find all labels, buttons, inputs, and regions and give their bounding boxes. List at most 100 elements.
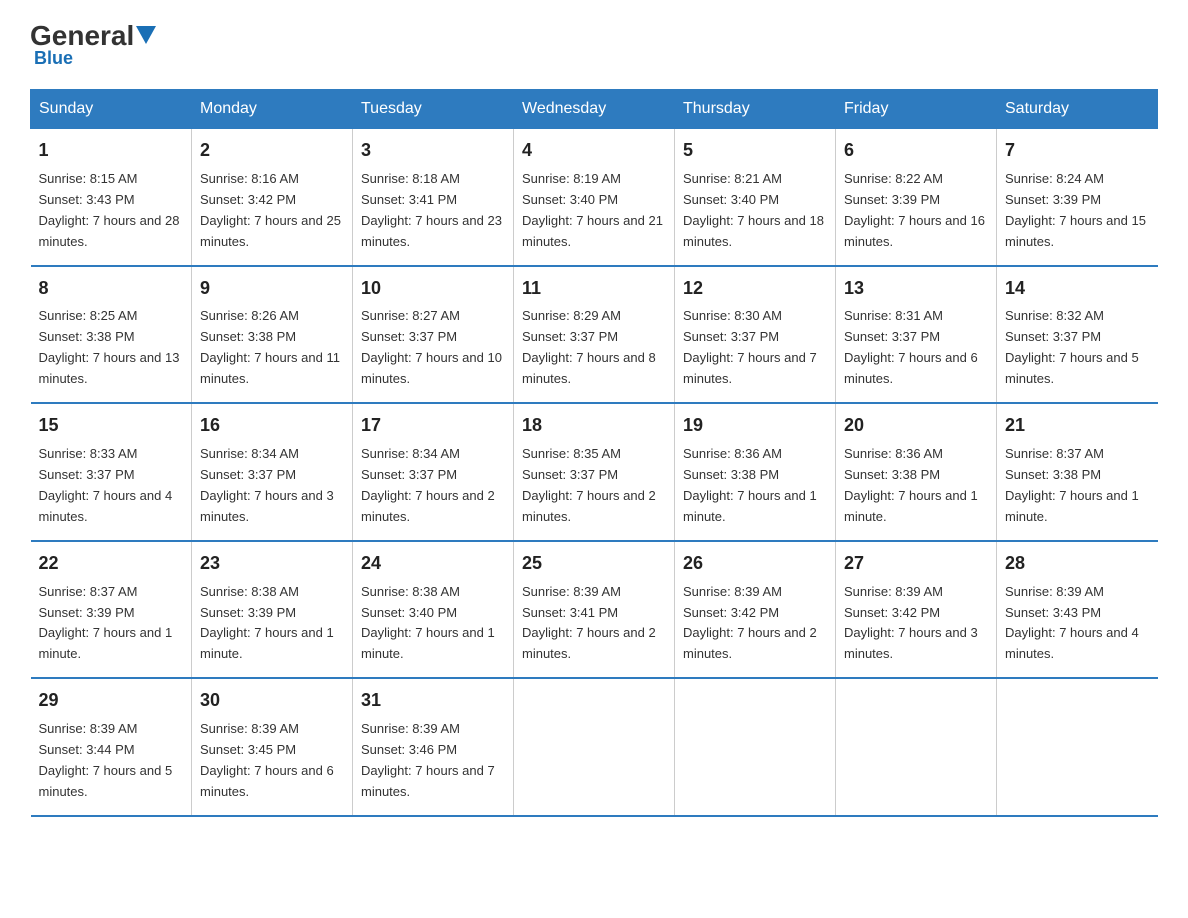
day-info: Sunrise: 8:33 AMSunset: 3:37 PMDaylight:…: [39, 446, 173, 524]
day-info: Sunrise: 8:37 AMSunset: 3:39 PMDaylight:…: [39, 584, 173, 662]
calendar-cell: 10 Sunrise: 8:27 AMSunset: 3:37 PMDaylig…: [353, 266, 514, 404]
day-number: 8: [39, 275, 184, 303]
day-number: 26: [683, 550, 827, 578]
calendar-cell: 11 Sunrise: 8:29 AMSunset: 3:37 PMDaylig…: [514, 266, 675, 404]
calendar-cell: 26 Sunrise: 8:39 AMSunset: 3:42 PMDaylig…: [675, 541, 836, 679]
calendar-cell: 19 Sunrise: 8:36 AMSunset: 3:38 PMDaylig…: [675, 403, 836, 541]
calendar-cell: 28 Sunrise: 8:39 AMSunset: 3:43 PMDaylig…: [997, 541, 1158, 679]
day-info: Sunrise: 8:38 AMSunset: 3:39 PMDaylight:…: [200, 584, 334, 662]
day-info: Sunrise: 8:22 AMSunset: 3:39 PMDaylight:…: [844, 171, 985, 249]
day-number: 12: [683, 275, 827, 303]
day-number: 22: [39, 550, 184, 578]
day-info: Sunrise: 8:27 AMSunset: 3:37 PMDaylight:…: [361, 308, 502, 386]
day-number: 17: [361, 412, 505, 440]
day-number: 15: [39, 412, 184, 440]
logo: General Blue: [30, 20, 156, 69]
day-info: Sunrise: 8:39 AMSunset: 3:41 PMDaylight:…: [522, 584, 656, 662]
day-number: 24: [361, 550, 505, 578]
calendar-cell: 4 Sunrise: 8:19 AMSunset: 3:40 PMDayligh…: [514, 129, 675, 266]
calendar-header-row: SundayMondayTuesdayWednesdayThursdayFrid…: [31, 90, 1158, 129]
day-number: 21: [1005, 412, 1150, 440]
calendar-cell: 24 Sunrise: 8:38 AMSunset: 3:40 PMDaylig…: [353, 541, 514, 679]
calendar-table: SundayMondayTuesdayWednesdayThursdayFrid…: [30, 89, 1158, 817]
calendar-cell: 20 Sunrise: 8:36 AMSunset: 3:38 PMDaylig…: [836, 403, 997, 541]
day-info: Sunrise: 8:39 AMSunset: 3:42 PMDaylight:…: [844, 584, 978, 662]
calendar-cell: [997, 678, 1158, 816]
day-number: 7: [1005, 137, 1150, 165]
logo-triangle-icon: [136, 26, 156, 46]
day-info: Sunrise: 8:25 AMSunset: 3:38 PMDaylight:…: [39, 308, 180, 386]
day-number: 13: [844, 275, 988, 303]
day-info: Sunrise: 8:39 AMSunset: 3:45 PMDaylight:…: [200, 721, 334, 799]
calendar-cell: 18 Sunrise: 8:35 AMSunset: 3:37 PMDaylig…: [514, 403, 675, 541]
calendar-cell: 23 Sunrise: 8:38 AMSunset: 3:39 PMDaylig…: [192, 541, 353, 679]
calendar-cell: 14 Sunrise: 8:32 AMSunset: 3:37 PMDaylig…: [997, 266, 1158, 404]
day-info: Sunrise: 8:31 AMSunset: 3:37 PMDaylight:…: [844, 308, 978, 386]
day-info: Sunrise: 8:35 AMSunset: 3:37 PMDaylight:…: [522, 446, 656, 524]
day-number: 6: [844, 137, 988, 165]
column-header-tuesday: Tuesday: [353, 90, 514, 129]
week-row-4: 22 Sunrise: 8:37 AMSunset: 3:39 PMDaylig…: [31, 541, 1158, 679]
week-row-3: 15 Sunrise: 8:33 AMSunset: 3:37 PMDaylig…: [31, 403, 1158, 541]
calendar-cell: 6 Sunrise: 8:22 AMSunset: 3:39 PMDayligh…: [836, 129, 997, 266]
day-number: 10: [361, 275, 505, 303]
calendar-cell: 3 Sunrise: 8:18 AMSunset: 3:41 PMDayligh…: [353, 129, 514, 266]
calendar-cell: 30 Sunrise: 8:39 AMSunset: 3:45 PMDaylig…: [192, 678, 353, 816]
calendar-cell: 8 Sunrise: 8:25 AMSunset: 3:38 PMDayligh…: [31, 266, 192, 404]
calendar-cell: 29 Sunrise: 8:39 AMSunset: 3:44 PMDaylig…: [31, 678, 192, 816]
day-number: 3: [361, 137, 505, 165]
day-number: 4: [522, 137, 666, 165]
day-number: 18: [522, 412, 666, 440]
day-number: 20: [844, 412, 988, 440]
calendar-cell: 13 Sunrise: 8:31 AMSunset: 3:37 PMDaylig…: [836, 266, 997, 404]
day-info: Sunrise: 8:18 AMSunset: 3:41 PMDaylight:…: [361, 171, 502, 249]
calendar-cell: [514, 678, 675, 816]
day-info: Sunrise: 8:19 AMSunset: 3:40 PMDaylight:…: [522, 171, 663, 249]
day-info: Sunrise: 8:39 AMSunset: 3:43 PMDaylight:…: [1005, 584, 1139, 662]
page-header: General Blue: [30, 20, 1158, 69]
calendar-cell: [836, 678, 997, 816]
calendar-cell: [675, 678, 836, 816]
day-info: Sunrise: 8:39 AMSunset: 3:46 PMDaylight:…: [361, 721, 495, 799]
day-number: 29: [39, 687, 184, 715]
calendar-cell: 25 Sunrise: 8:39 AMSunset: 3:41 PMDaylig…: [514, 541, 675, 679]
day-info: Sunrise: 8:26 AMSunset: 3:38 PMDaylight:…: [200, 308, 340, 386]
day-number: 28: [1005, 550, 1150, 578]
day-number: 23: [200, 550, 344, 578]
day-number: 27: [844, 550, 988, 578]
calendar-cell: 17 Sunrise: 8:34 AMSunset: 3:37 PMDaylig…: [353, 403, 514, 541]
column-header-sunday: Sunday: [31, 90, 192, 129]
calendar-cell: 16 Sunrise: 8:34 AMSunset: 3:37 PMDaylig…: [192, 403, 353, 541]
day-number: 25: [522, 550, 666, 578]
week-row-1: 1 Sunrise: 8:15 AMSunset: 3:43 PMDayligh…: [31, 129, 1158, 266]
day-number: 11: [522, 275, 666, 303]
day-info: Sunrise: 8:36 AMSunset: 3:38 PMDaylight:…: [683, 446, 817, 524]
calendar-cell: 27 Sunrise: 8:39 AMSunset: 3:42 PMDaylig…: [836, 541, 997, 679]
calendar-cell: 2 Sunrise: 8:16 AMSunset: 3:42 PMDayligh…: [192, 129, 353, 266]
calendar-cell: 12 Sunrise: 8:30 AMSunset: 3:37 PMDaylig…: [675, 266, 836, 404]
day-number: 9: [200, 275, 344, 303]
day-info: Sunrise: 8:37 AMSunset: 3:38 PMDaylight:…: [1005, 446, 1139, 524]
day-info: Sunrise: 8:38 AMSunset: 3:40 PMDaylight:…: [361, 584, 495, 662]
calendar-cell: 5 Sunrise: 8:21 AMSunset: 3:40 PMDayligh…: [675, 129, 836, 266]
calendar-cell: 9 Sunrise: 8:26 AMSunset: 3:38 PMDayligh…: [192, 266, 353, 404]
day-info: Sunrise: 8:15 AMSunset: 3:43 PMDaylight:…: [39, 171, 180, 249]
column-header-thursday: Thursday: [675, 90, 836, 129]
day-info: Sunrise: 8:39 AMSunset: 3:42 PMDaylight:…: [683, 584, 817, 662]
day-number: 19: [683, 412, 827, 440]
calendar-cell: 7 Sunrise: 8:24 AMSunset: 3:39 PMDayligh…: [997, 129, 1158, 266]
calendar-cell: 22 Sunrise: 8:37 AMSunset: 3:39 PMDaylig…: [31, 541, 192, 679]
logo-blue-text: Blue: [30, 48, 73, 69]
day-number: 16: [200, 412, 344, 440]
calendar-cell: 31 Sunrise: 8:39 AMSunset: 3:46 PMDaylig…: [353, 678, 514, 816]
day-info: Sunrise: 8:34 AMSunset: 3:37 PMDaylight:…: [200, 446, 334, 524]
day-number: 30: [200, 687, 344, 715]
day-info: Sunrise: 8:30 AMSunset: 3:37 PMDaylight:…: [683, 308, 817, 386]
day-number: 14: [1005, 275, 1150, 303]
calendar-cell: 15 Sunrise: 8:33 AMSunset: 3:37 PMDaylig…: [31, 403, 192, 541]
day-info: Sunrise: 8:32 AMSunset: 3:37 PMDaylight:…: [1005, 308, 1139, 386]
week-row-5: 29 Sunrise: 8:39 AMSunset: 3:44 PMDaylig…: [31, 678, 1158, 816]
calendar-cell: 1 Sunrise: 8:15 AMSunset: 3:43 PMDayligh…: [31, 129, 192, 266]
day-info: Sunrise: 8:34 AMSunset: 3:37 PMDaylight:…: [361, 446, 495, 524]
day-info: Sunrise: 8:39 AMSunset: 3:44 PMDaylight:…: [39, 721, 173, 799]
